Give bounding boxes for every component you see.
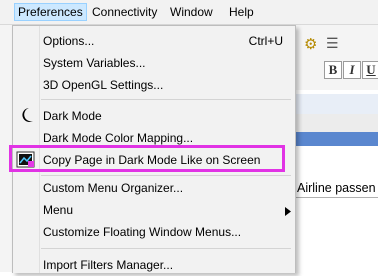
submenu-arrow-icon xyxy=(285,205,291,219)
highlight-annotation xyxy=(9,145,285,172)
menu-item-customize-floating-window-menus[interactable]: Customize Floating Window Menus... xyxy=(13,221,295,243)
window-tab[interactable] xyxy=(294,114,378,132)
menu-item-opengl-settings[interactable]: 3D OpenGL Settings... xyxy=(13,74,295,96)
menu-item-label: Dark Mode Color Mapping... xyxy=(43,131,194,145)
menu-separator xyxy=(41,175,291,176)
italic-button[interactable]: I xyxy=(343,61,361,79)
menu-item-label: Customize Floating Window Menus... xyxy=(43,225,242,239)
bold-button[interactable]: B xyxy=(324,61,342,79)
menu-help[interactable]: Help xyxy=(229,4,254,20)
moon-icon xyxy=(19,106,35,127)
menu-item-label: Custom Menu Organizer... xyxy=(43,181,184,195)
menu-item-options[interactable]: Options... Ctrl+U xyxy=(13,30,295,52)
menu-preferences[interactable]: Preferences xyxy=(14,3,87,21)
menu-connectivity[interactable]: Connectivity xyxy=(92,4,157,20)
menu-item-label: System Variables... xyxy=(43,56,146,70)
menubar: Preferences Connectivity Window Help xyxy=(0,0,378,25)
menu-item-label: Menu xyxy=(43,203,74,217)
align-icon[interactable]: ☰ xyxy=(326,35,339,52)
menu-item-system-variables[interactable]: System Variables... xyxy=(13,52,295,74)
worksheet-gridline xyxy=(294,197,378,198)
menu-separator xyxy=(41,248,291,249)
menu-window[interactable]: Window xyxy=(170,4,213,20)
menu-item-custom-menu-organizer[interactable]: Custom Menu Organizer... xyxy=(13,177,295,199)
app-toolbar: ⚙ ☰ B I U xyxy=(294,25,378,90)
toolbar-strip xyxy=(294,94,378,114)
gear-icon[interactable]: ⚙ xyxy=(304,35,317,53)
menu-item-label: Options... xyxy=(43,34,95,48)
window-titlebar xyxy=(294,132,378,146)
menu-item-label: Dark Mode xyxy=(43,109,102,123)
menu-item-import-filters-manager[interactable]: Import Filters Manager... xyxy=(13,254,295,276)
menu-item-dark-mode[interactable]: Dark Mode xyxy=(13,105,295,127)
underline-button[interactable]: U xyxy=(362,61,378,79)
menu-item-label: 3D OpenGL Settings... xyxy=(43,78,164,92)
shortcut-label: Ctrl+U xyxy=(248,34,283,48)
menu-item-menu[interactable]: Menu xyxy=(13,199,295,221)
menu-separator xyxy=(41,99,291,100)
worksheet-text: Airline passen xyxy=(294,180,376,196)
menu-item-label: Import Filters Manager... xyxy=(43,258,174,272)
